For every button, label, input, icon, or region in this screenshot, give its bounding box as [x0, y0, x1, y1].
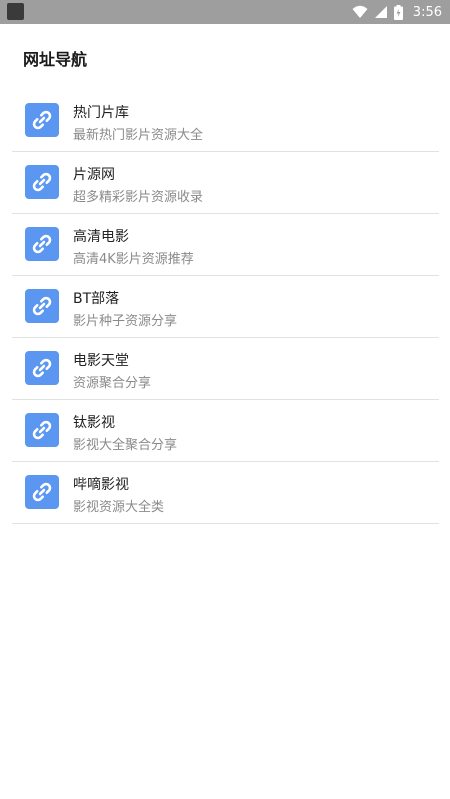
item-subtitle: 影片种子资源分享 [73, 314, 178, 329]
item-subtitle: 超多精彩影片资源收录 [73, 190, 204, 205]
item-subtitle: 影视大全聚合分享 [73, 438, 178, 453]
list-item-1[interactable]: 热门片库 最新热门影片资源大全 [12, 90, 439, 152]
battery-icon [393, 4, 403, 20]
link-icon [25, 165, 59, 199]
link-icon [25, 413, 59, 447]
list-item-4[interactable]: BT部落 影片种子资源分享 [12, 276, 439, 338]
item-title: 片源网 [73, 167, 115, 183]
status-icons: 3:56 [352, 0, 442, 24]
list-item-7[interactable]: 哔嘀影视 影视资源大全类 [12, 462, 439, 524]
status-bar: 3:56 [0, 0, 450, 24]
signal-icon [374, 5, 388, 19]
link-list: 热门片库 最新热门影片资源大全 片源网 超多精彩影片资源收录 高清电影 高清4K… [12, 90, 439, 524]
item-subtitle: 最新热门影片资源大全 [73, 128, 204, 143]
link-icon [25, 227, 59, 261]
app-icon [7, 3, 24, 20]
list-item-3[interactable]: 高清电影 高清4K影片资源推荐 [12, 214, 439, 276]
list-item-6[interactable]: 钛影视 影视大全聚合分享 [12, 400, 439, 462]
list-item-5[interactable]: 电影天堂 资源聚合分享 [12, 338, 439, 400]
link-icon [25, 351, 59, 385]
item-subtitle: 资源聚合分享 [73, 376, 152, 391]
link-icon [25, 475, 59, 509]
item-title: 电影天堂 [73, 353, 129, 369]
item-subtitle: 高清4K影片资源推荐 [73, 252, 194, 267]
item-title: 热门片库 [73, 105, 129, 121]
status-time: 3:56 [412, 4, 442, 20]
item-title: BT部落 [73, 291, 120, 307]
item-title: 钛影视 [73, 415, 115, 431]
list-item-2[interactable]: 片源网 超多精彩影片资源收录 [12, 152, 439, 214]
item-title: 高清电影 [73, 229, 129, 245]
page-title: 网址导航 [23, 50, 88, 69]
link-icon [25, 289, 59, 323]
link-icon [25, 103, 59, 137]
item-subtitle: 影视资源大全类 [73, 500, 165, 515]
wifi-icon [352, 5, 368, 19]
item-title: 哔嘀影视 [73, 477, 129, 493]
